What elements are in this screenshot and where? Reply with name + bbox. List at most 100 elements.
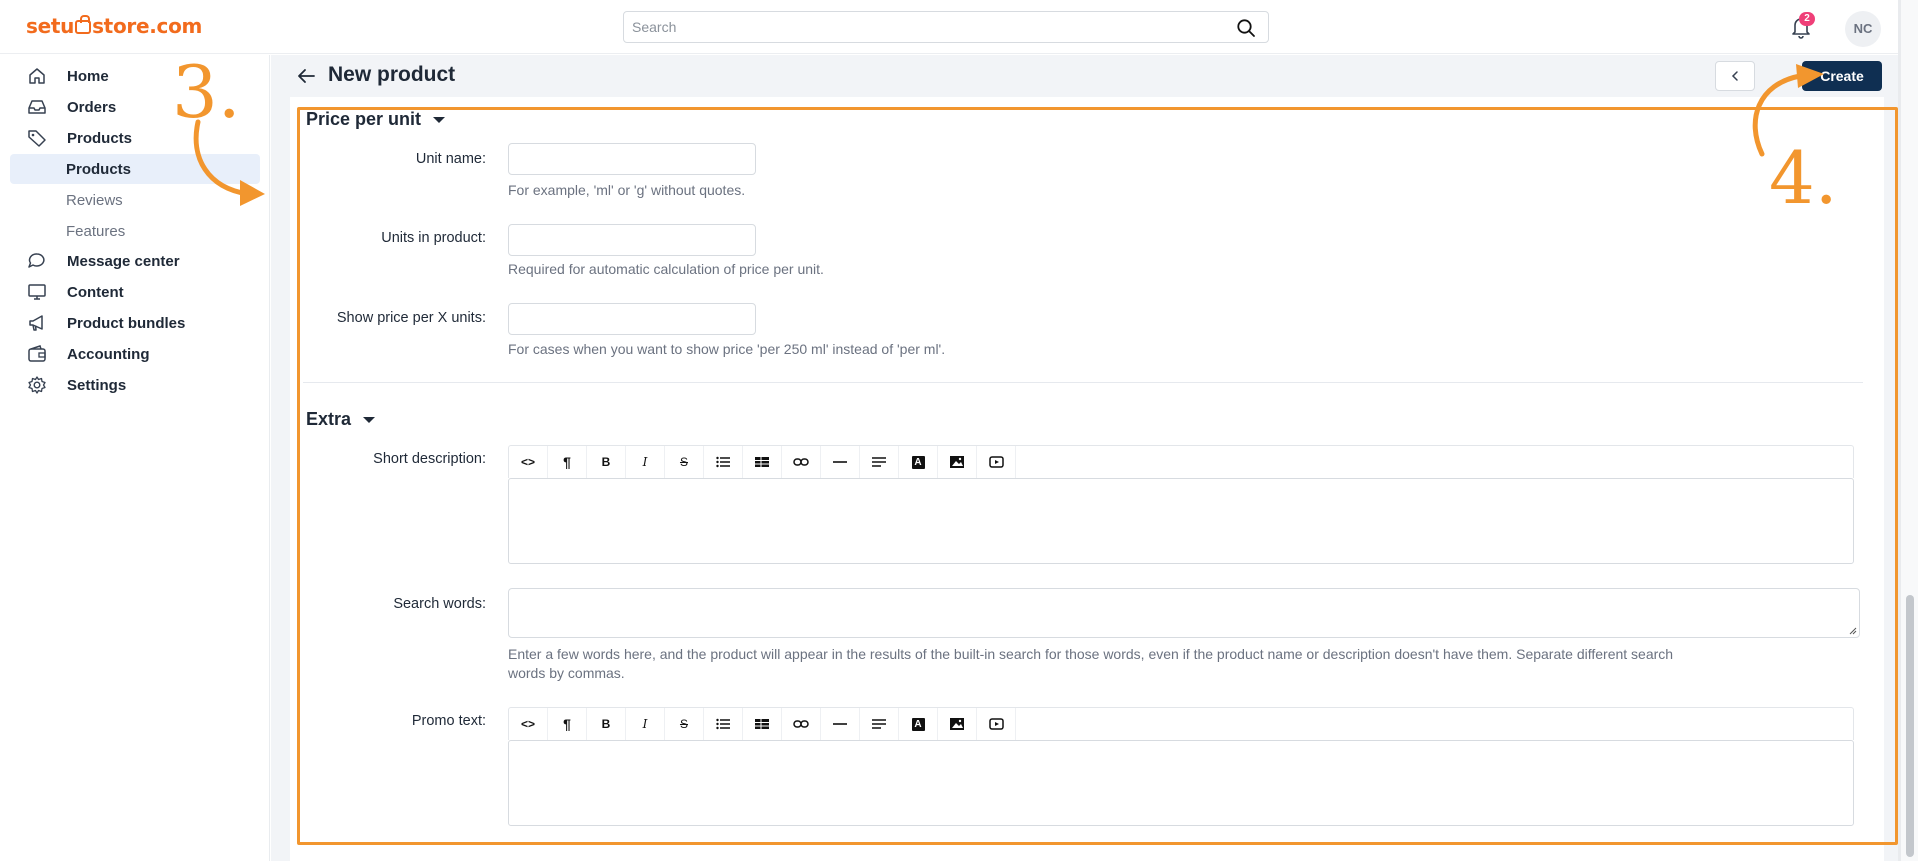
section-price-per-unit-toggle[interactable]: Price per unit (306, 109, 446, 130)
search-icon[interactable] (1236, 18, 1256, 38)
paragraph-button[interactable]: ¶ (548, 446, 587, 478)
search-input[interactable] (624, 12, 1214, 42)
previous-button[interactable] (1715, 61, 1755, 91)
scrollbar-thumb[interactable] (1906, 595, 1914, 857)
shopping-bag-logo-icon (75, 15, 92, 34)
video-icon (988, 718, 1004, 730)
video-button[interactable] (977, 708, 1016, 740)
sidebar-item-label: Products (67, 129, 133, 147)
sidebar-item-label: Content (67, 283, 124, 301)
font-color-button[interactable]: A (899, 446, 938, 478)
promo-text-label: Promo text: (411, 713, 486, 729)
sidebar-item-label: Product bundles (67, 314, 186, 332)
chat-bubble-icon (27, 251, 47, 271)
align-button[interactable] (860, 446, 899, 478)
search-box (623, 11, 1269, 43)
monitor-icon (27, 282, 47, 302)
section-title: Price per unit (306, 109, 422, 129)
create-button[interactable]: Create (1802, 61, 1882, 91)
setustore-logo[interactable]: setu store.com (26, 14, 202, 38)
back-arrow-icon[interactable] (295, 65, 317, 87)
strikethrough-icon: S (679, 717, 688, 731)
sidebar-item-content[interactable]: Content (10, 277, 260, 307)
section-divider (303, 382, 1863, 383)
gear-icon (27, 375, 47, 395)
bold-button[interactable]: B (587, 708, 626, 740)
sidebar-item-label: Settings (67, 376, 127, 394)
sidebar-subitem-reviews[interactable]: Reviews (10, 185, 260, 215)
inbox-icon (27, 97, 47, 117)
link-button[interactable] (782, 708, 821, 740)
code-view-icon: <> (520, 717, 535, 731)
units-in-product-input[interactable] (508, 224, 756, 256)
font-color-button[interactable]: A (899, 708, 938, 740)
video-button[interactable] (977, 446, 1016, 478)
short-description-editor[interactable] (508, 478, 1854, 564)
code-view-icon: <> (520, 455, 535, 469)
short-description-label: Short description: (373, 451, 486, 467)
section-extra-toggle[interactable]: Extra (306, 409, 376, 430)
strikethrough-button[interactable]: S (665, 708, 704, 740)
avatar[interactable]: NC (1845, 11, 1881, 47)
align-button[interactable] (860, 708, 899, 740)
horizontal-rule-button[interactable] (821, 446, 860, 478)
show-price-per-x-units-input[interactable] (508, 303, 756, 335)
search-words-hint: Enter a few words here, and the product … (508, 645, 1848, 683)
search-words-label: Search words: (393, 596, 486, 612)
italic-icon: I (642, 717, 648, 731)
step-4-annotation: 4. (1769, 136, 1838, 220)
table-button[interactable] (743, 446, 782, 478)
promo-text-toolbar: <> ¶ B I S A (508, 707, 1854, 740)
paragraph-button[interactable]: ¶ (548, 708, 587, 740)
unit-name-input[interactable] (508, 143, 756, 175)
step-3-annotation: 3. (172, 50, 241, 134)
caret-down-icon (363, 416, 376, 423)
italic-button[interactable]: I (626, 446, 665, 478)
vertical-scrollbar[interactable] (1901, 0, 1918, 861)
code-view-button[interactable]: <> (509, 708, 548, 740)
units-in-product-hint: Required for automatic calculation of pr… (508, 261, 824, 277)
sidebar-item-label: Home (67, 67, 109, 85)
sidebar-item-label: Accounting (67, 345, 150, 363)
bulleted-list-icon (716, 718, 730, 730)
font-color-icon: A (911, 455, 925, 469)
align-icon (872, 456, 886, 468)
image-icon (950, 456, 964, 468)
strikethrough-button[interactable]: S (665, 446, 704, 478)
page-header: New product Create (271, 55, 1901, 95)
code-view-button[interactable]: <> (509, 446, 548, 478)
sidebar-item-accounting[interactable]: Accounting (10, 339, 260, 369)
italic-button[interactable]: I (626, 708, 665, 740)
bold-button[interactable]: B (587, 446, 626, 478)
video-icon (988, 456, 1004, 468)
link-icon (793, 719, 809, 729)
horizontal-rule-button[interactable] (821, 708, 860, 740)
show-price-per-x-units-hint: For cases when you want to show price 'p… (508, 341, 946, 357)
search-words-hint-line: words by commas. (508, 665, 625, 681)
search-words-hint-line: Enter a few words here, and the product … (508, 646, 1674, 662)
unit-name-hint: For example, 'ml' or 'g' without quotes. (508, 182, 746, 198)
chevron-left-icon (1731, 71, 1738, 81)
promo-text-editor[interactable] (508, 740, 1854, 826)
strikethrough-icon: S (679, 455, 688, 469)
table-icon (755, 456, 769, 468)
bulleted-list-button[interactable] (704, 446, 743, 478)
sidebar-item-message-center[interactable]: Message center (10, 246, 260, 276)
image-button[interactable] (938, 446, 977, 478)
link-icon (793, 457, 809, 467)
font-color-icon: A (911, 717, 925, 731)
units-in-product-label: Units in product: (381, 230, 486, 246)
link-button[interactable] (782, 446, 821, 478)
table-button[interactable] (743, 708, 782, 740)
sidebar-item-label: Message center (67, 252, 180, 270)
horizontal-rule-icon (833, 460, 847, 464)
bulleted-list-button[interactable] (704, 708, 743, 740)
top-bar: setu store.com 2 NC (0, 0, 1918, 54)
image-button[interactable] (938, 708, 977, 740)
search-words-textarea[interactable] (508, 588, 1860, 638)
megaphone-icon (27, 313, 47, 333)
resize-grip-icon[interactable] (1849, 627, 1857, 635)
section-title: Extra (306, 409, 352, 429)
horizontal-rule-icon (833, 722, 847, 726)
sidebar-item-settings[interactable]: Settings (10, 370, 260, 400)
